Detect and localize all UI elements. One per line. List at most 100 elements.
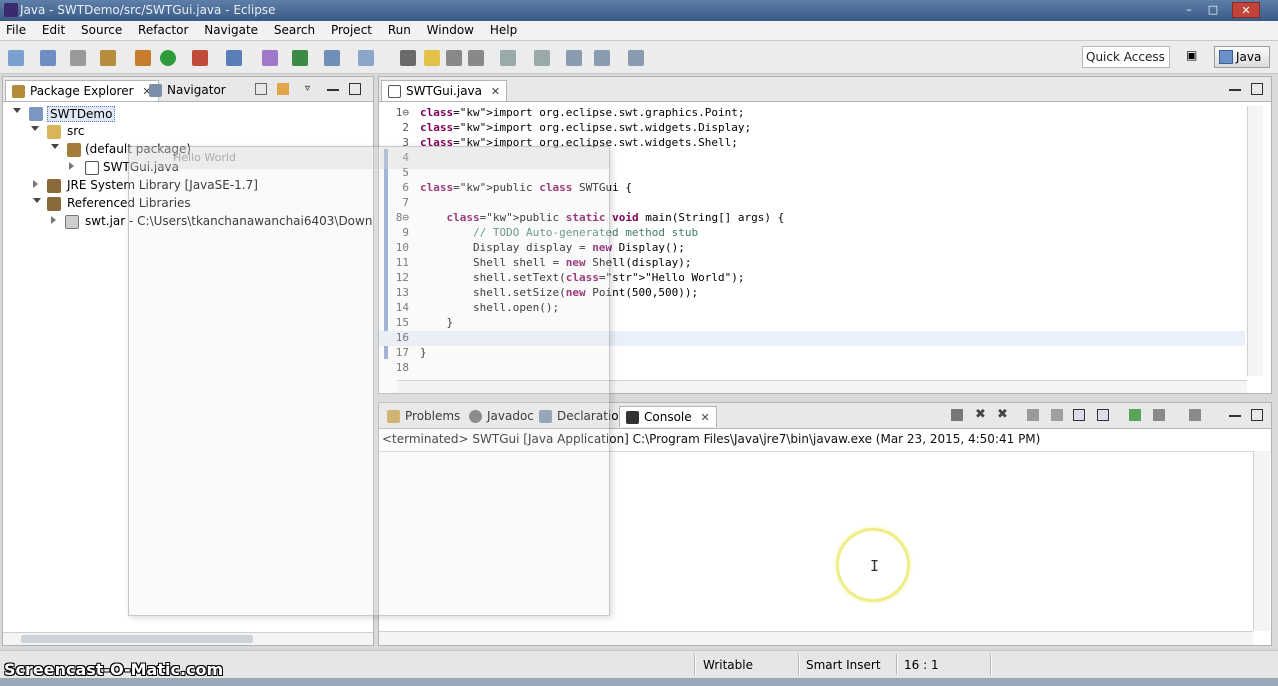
tab-swtgui-java[interactable]: SWTGui.java ✕ xyxy=(381,80,508,101)
menu-run[interactable]: Run xyxy=(382,21,417,41)
code-line[interactable]: 18 xyxy=(379,361,1245,376)
horizontal-scrollbar[interactable] xyxy=(397,380,1247,393)
code-line[interactable]: 8⊖ class="kw">public static void main(St… xyxy=(379,211,1245,226)
code-line[interactable]: 17} xyxy=(379,346,1245,361)
debug-icon[interactable] xyxy=(100,50,116,66)
tree-item-swt-jar[interactable]: swt.jar - C:\Users\tkanchanawanchai6403\… xyxy=(49,213,373,231)
tree-item-project[interactable]: SWTDemo xyxy=(11,105,311,123)
tab-javadoc[interactable]: Javadoc xyxy=(463,406,540,427)
show-whitespace-icon[interactable] xyxy=(446,50,462,66)
prev-annotation-icon[interactable] xyxy=(534,50,550,66)
maximize-editor-icon[interactable] xyxy=(1251,83,1263,95)
expanded-icon[interactable] xyxy=(13,108,21,113)
minimize-button[interactable]: – xyxy=(1180,2,1198,18)
code-line[interactable]: 13 shell.setSize(new Point(500,500)); xyxy=(379,286,1245,301)
remove-launch-icon[interactable]: ✖ xyxy=(975,408,987,421)
horizontal-scrollbar[interactable] xyxy=(379,631,1253,645)
tab-navigator[interactable]: Navigator xyxy=(143,80,232,101)
maximize-button[interactable]: □ xyxy=(1204,2,1222,18)
quick-access-field[interactable]: Quick Access xyxy=(1082,46,1170,68)
display-console-icon[interactable] xyxy=(1153,409,1165,421)
menu-source[interactable]: Source xyxy=(75,21,128,41)
close-window-button[interactable]: ✕ xyxy=(1232,2,1260,18)
minimize-editor-icon[interactable] xyxy=(1229,83,1241,91)
expanded-icon[interactable] xyxy=(33,198,41,203)
expanded-icon[interactable] xyxy=(31,126,39,131)
code-line[interactable]: 15 } xyxy=(379,316,1245,331)
pin-console-icon[interactable] xyxy=(1129,409,1141,421)
new-class-icon[interactable] xyxy=(292,50,308,66)
print-icon[interactable] xyxy=(70,50,86,66)
tree-item-src[interactable]: src xyxy=(29,123,329,141)
tree-item-java-file[interactable]: SWTGui.java xyxy=(67,159,367,177)
new-icon[interactable] xyxy=(8,50,24,66)
horizontal-scrollbar[interactable] xyxy=(3,632,373,645)
menu-edit[interactable]: Edit xyxy=(36,21,71,41)
close-icon[interactable]: ✕ xyxy=(491,85,500,98)
code-line[interactable]: 11 Shell shell = new Shell(display); xyxy=(379,256,1245,271)
code-line[interactable]: 5 xyxy=(379,166,1245,181)
tree-item-referenced-libraries[interactable]: Referenced Libraries xyxy=(31,195,361,213)
expanded-icon[interactable] xyxy=(51,144,59,149)
code-line[interactable]: 14 shell.open(); xyxy=(379,301,1245,316)
search-icon[interactable] xyxy=(358,50,374,66)
code-line[interactable]: 10 Display display = new Display(); xyxy=(379,241,1245,256)
close-icon[interactable]: ✕ xyxy=(700,411,709,424)
save-icon[interactable] xyxy=(40,50,56,66)
tab-declaration[interactable]: Declaration xyxy=(533,406,632,427)
collapsed-icon[interactable] xyxy=(51,216,56,224)
minimize-view-icon[interactable] xyxy=(327,83,339,91)
open-console-icon[interactable] xyxy=(1189,409,1201,421)
menu-window[interactable]: Window xyxy=(421,21,480,41)
forward-icon[interactable] xyxy=(628,50,644,66)
code-line[interactable]: 12 shell.setText(class="str">"Hello Worl… xyxy=(379,271,1245,286)
last-edit-icon[interactable] xyxy=(566,50,582,66)
collapsed-icon[interactable] xyxy=(33,180,38,188)
vertical-scrollbar[interactable] xyxy=(1247,106,1263,376)
menu-file[interactable]: File xyxy=(0,21,32,41)
maximize-view-icon[interactable] xyxy=(1251,409,1263,421)
tree-item-default-package[interactable]: (default package) xyxy=(49,141,349,159)
terminate-icon[interactable] xyxy=(951,409,963,421)
collapse-all-icon[interactable] xyxy=(255,83,267,95)
run-icon[interactable] xyxy=(160,50,176,66)
menu-project[interactable]: Project xyxy=(325,21,378,41)
console-output-area[interactable] xyxy=(379,451,1271,631)
maximize-view-icon[interactable] xyxy=(349,83,361,95)
scrollbar-thumb[interactable] xyxy=(21,635,253,643)
code-line[interactable]: 7 xyxy=(379,196,1245,211)
new-package-icon[interactable] xyxy=(262,50,278,66)
external-tools-icon[interactable] xyxy=(192,50,208,66)
minimize-view-icon[interactable] xyxy=(1229,409,1241,417)
tree-item-jre[interactable]: JRE System Library [JavaSE-1.7] xyxy=(31,177,361,195)
coverage-icon[interactable] xyxy=(135,50,151,66)
code-line[interactable]: 3 class="kw">import org.eclipse.swt.widge… xyxy=(379,136,1245,151)
open-perspective-icon[interactable]: ▣ xyxy=(1186,48,1206,66)
back-icon[interactable] xyxy=(594,50,610,66)
tab-problems[interactable]: Problems xyxy=(381,406,466,427)
code-line[interactable]: 4 xyxy=(379,151,1245,166)
remove-all-launches-icon[interactable]: ✖ xyxy=(997,408,1009,421)
code-line[interactable]: 1⊖ class="kw">import org.eclipse.swt.grap… xyxy=(379,106,1245,121)
next-annotation-icon[interactable] xyxy=(500,50,516,66)
tab-package-explorer[interactable]: Package Explorer ✕ xyxy=(5,80,159,101)
menu-refactor[interactable]: Refactor xyxy=(132,21,194,41)
new-java-project-icon[interactable] xyxy=(226,50,242,66)
show-on-stdout-icon[interactable] xyxy=(1073,409,1085,421)
scroll-lock-icon[interactable] xyxy=(1051,409,1063,421)
tab-console[interactable]: Console ✕ xyxy=(619,406,717,427)
highlight-icon[interactable] xyxy=(424,50,440,66)
code-line[interactable]: 2 class="kw">import org.eclipse.swt.widge… xyxy=(379,121,1245,136)
annotation-icon[interactable] xyxy=(400,50,416,66)
view-menu-icon[interactable]: ▿ xyxy=(305,83,317,95)
window-title-bar[interactable]: Java - SWTDemo/src/SWTGui.java - Eclipse… xyxy=(0,0,1278,21)
code-line[interactable]: 16 xyxy=(379,331,1245,346)
clear-console-icon[interactable] xyxy=(1027,409,1039,421)
menu-search[interactable]: Search xyxy=(268,21,321,41)
code-line[interactable]: 9 // TODO Auto-generated method stub xyxy=(379,226,1245,241)
menu-help[interactable]: Help xyxy=(484,21,523,41)
show-on-stderr-icon[interactable] xyxy=(1097,409,1109,421)
open-type-icon[interactable] xyxy=(324,50,340,66)
link-with-editor-icon[interactable] xyxy=(277,83,289,95)
block-selection-icon[interactable] xyxy=(468,50,484,66)
